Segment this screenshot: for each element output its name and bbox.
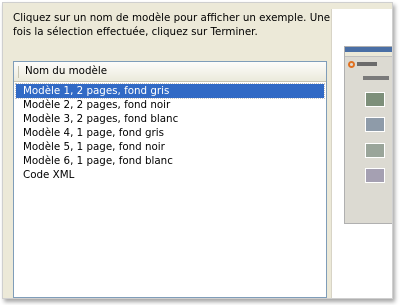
list-item-template-1[interactable]: Modèle 1, 2 pages, fond gris [15, 83, 325, 99]
preview-logo-icon [348, 61, 355, 68]
list-item-template-6[interactable]: Modèle 6, 1 page, fond blanc [16, 154, 324, 168]
preview-photo [365, 143, 385, 158]
template-listbox[interactable]: Nom du modèle Modèle 1, 2 pages, fond gr… [13, 61, 327, 298]
column-divider [18, 66, 19, 78]
preview-thumbnail [344, 46, 392, 224]
preview-toolbar [345, 52, 392, 57]
list-item-template-4[interactable]: Modèle 4, 1 page, fond gris [16, 126, 324, 140]
instructions-text: Cliquez sur un nom de modèle pour affich… [13, 12, 331, 38]
template-dialog: Cliquez sur un nom de modèle pour affich… [2, 2, 393, 299]
column-header-template-name[interactable]: Nom du modèle [14, 62, 326, 82]
preview-photo [365, 117, 385, 132]
template-preview-panel [331, 9, 392, 298]
list-item-xml-code[interactable]: Code XML [16, 168, 324, 182]
template-rows: Modèle 1, 2 pages, fond gris Modèle 2, 2… [14, 82, 326, 182]
list-item-template-3[interactable]: Modèle 3, 2 pages, fond blanc [16, 112, 324, 126]
preview-heading [363, 76, 389, 80]
preview-photo [365, 92, 385, 107]
list-item-template-5[interactable]: Modèle 5, 1 page, fond noir [16, 140, 324, 154]
column-header-label: Nom du modèle [25, 65, 108, 77]
preview-logo-text [357, 62, 377, 66]
list-item-template-2[interactable]: Modèle 2, 2 pages, fond noir [16, 98, 324, 112]
preview-photo [365, 168, 385, 183]
